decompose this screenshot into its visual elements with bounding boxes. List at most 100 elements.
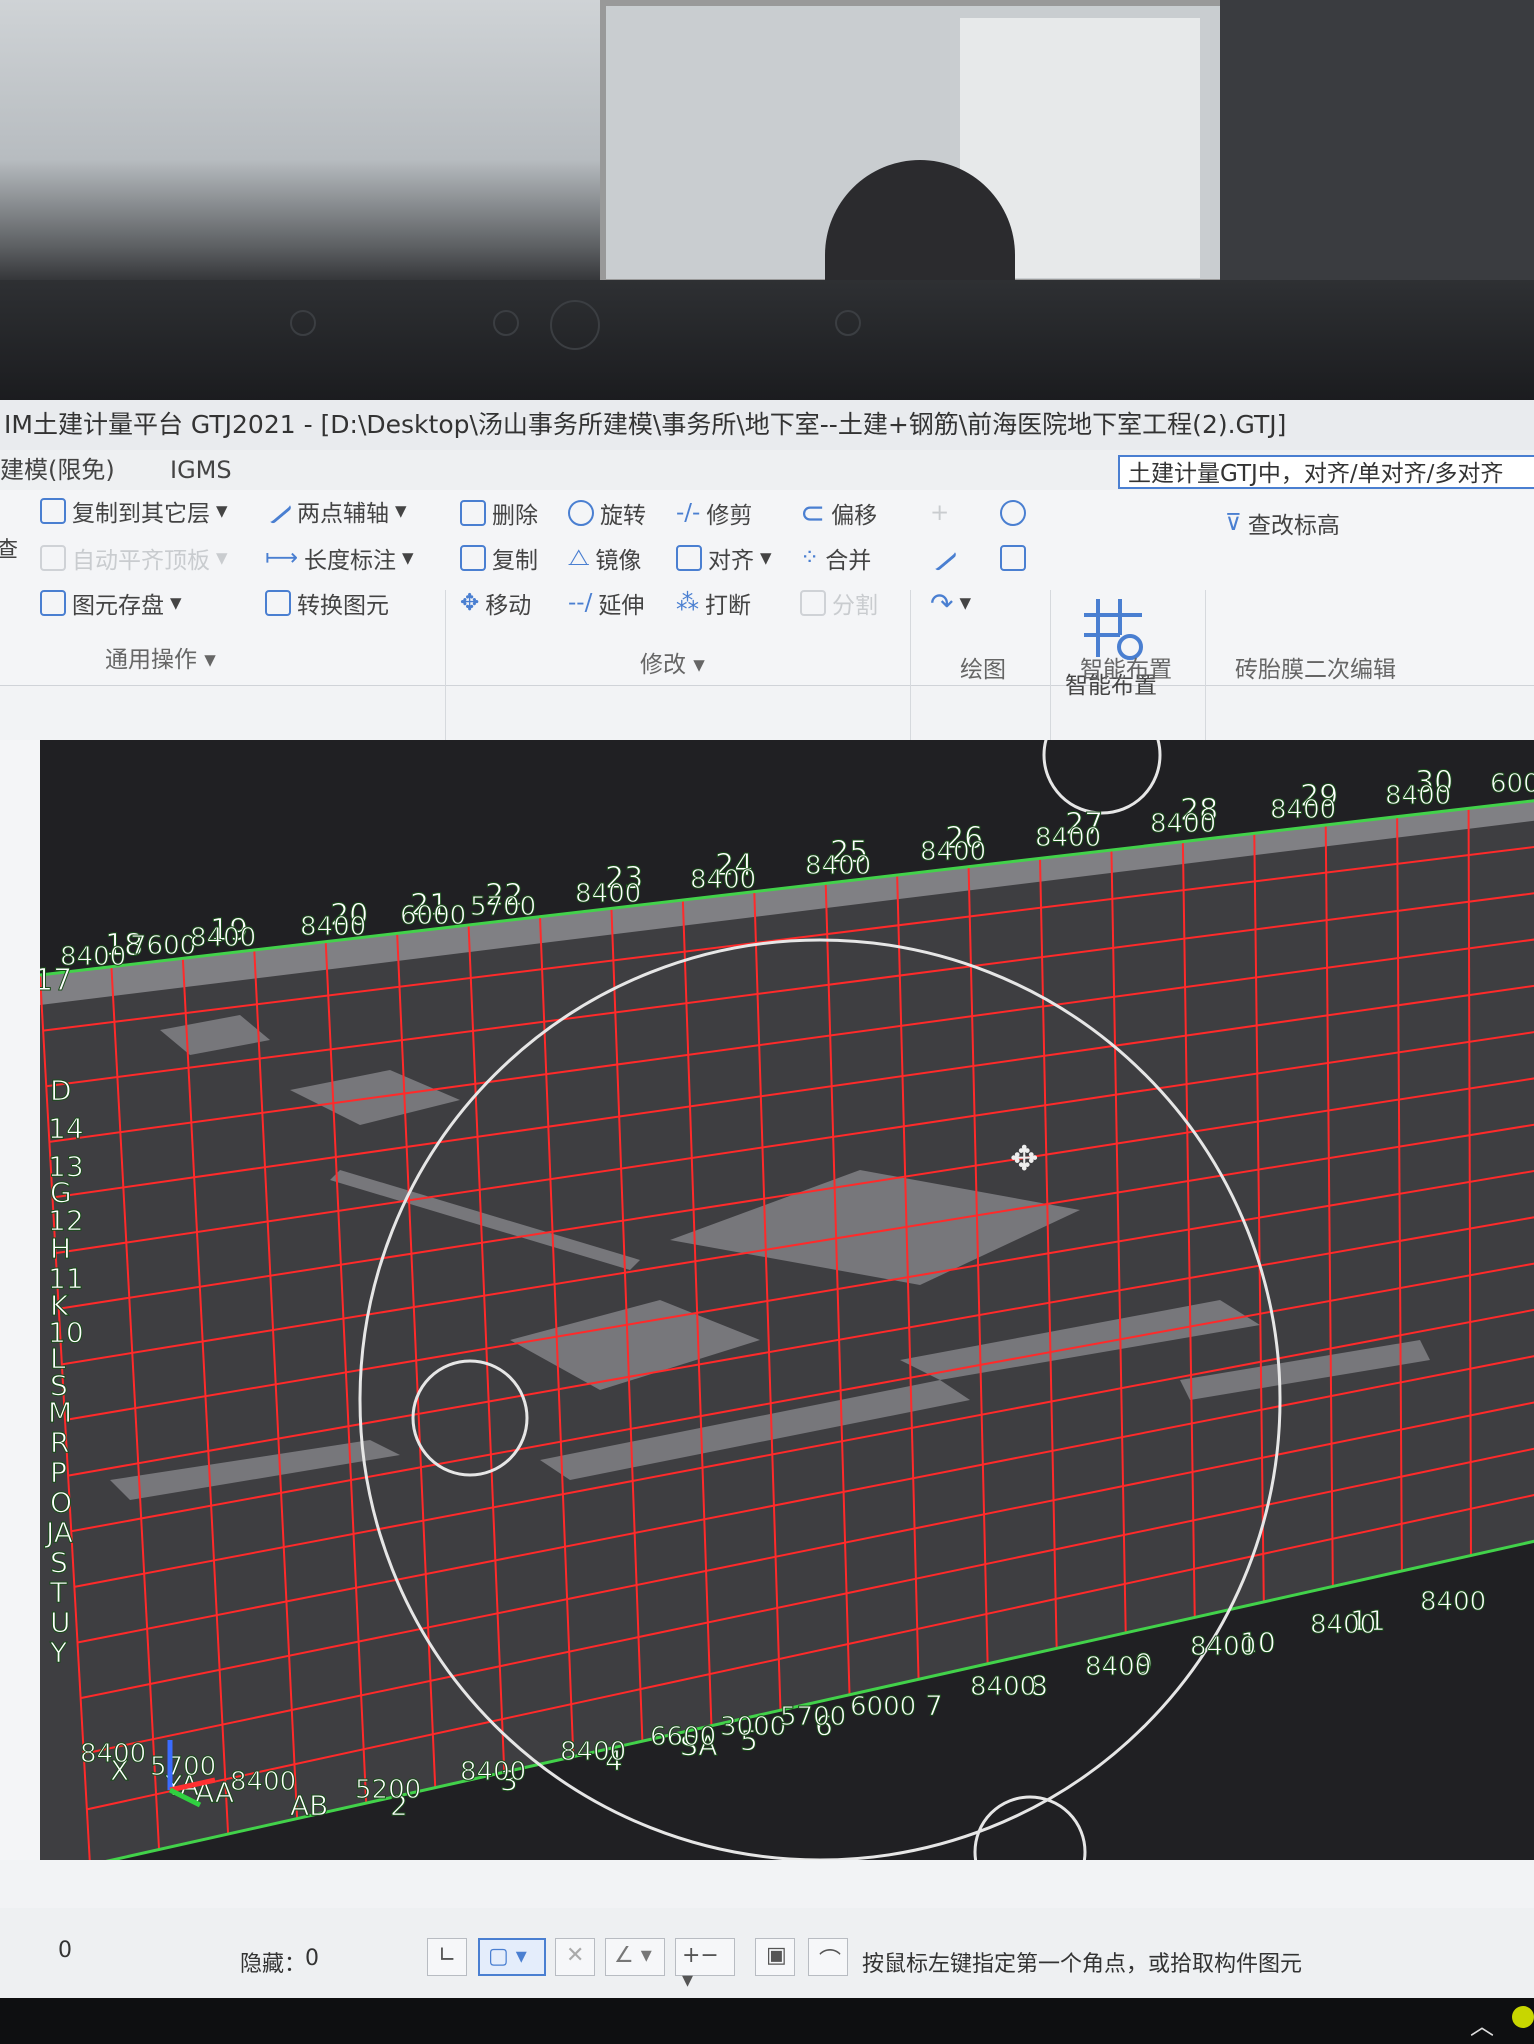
axis-letter: M bbox=[48, 1396, 72, 1429]
circle-tool-button[interactable] bbox=[1000, 495, 1026, 531]
two-point-axis-button[interactable]: 两点辅轴 ▾ bbox=[263, 493, 407, 529]
axis-letter: O bbox=[50, 1486, 72, 1519]
dropdown-arrow-icon: ▾ bbox=[170, 590, 182, 616]
ortho-icon: ∟ bbox=[438, 1943, 457, 1968]
axis-spacing: 8400 bbox=[60, 942, 126, 972]
dropdown-arrow-icon: ▾ bbox=[401, 545, 414, 571]
axis-spacing: 8400 bbox=[575, 879, 641, 909]
rotate-icon bbox=[568, 500, 594, 526]
group-label-general[interactable]: 通用操作 ▾ bbox=[105, 640, 216, 674]
dropdown-arrow-icon: ▾ bbox=[216, 498, 228, 524]
trim-button[interactable]: -/- 修剪 bbox=[676, 495, 752, 531]
ortho-toggle[interactable]: ∟ bbox=[427, 1938, 467, 1976]
arc-snap-toggle[interactable]: ⌒ bbox=[808, 1938, 848, 1976]
help-search-input[interactable]: 土建计量GTJ中，对齐/单对齐/多对齐 bbox=[1118, 455, 1534, 489]
axis-spacing: 5700 bbox=[150, 1752, 216, 1782]
bezel-sensor bbox=[493, 310, 519, 336]
status-hint: 按鼠标左键指定第一个角点，或拾取构件图元 bbox=[862, 1952, 1303, 1977]
circle-icon bbox=[1000, 500, 1026, 526]
left-side-panel[interactable] bbox=[0, 740, 41, 1860]
axis-spacing: 5700 bbox=[470, 892, 536, 922]
bezel-sensor bbox=[290, 310, 316, 336]
dropdown-arrow-icon: ▾ bbox=[959, 590, 972, 616]
split-button[interactable]: 分割 bbox=[800, 585, 878, 621]
rectangle-icon bbox=[1000, 545, 1026, 571]
axis-spacing: 8400 bbox=[1420, 1587, 1486, 1617]
point-tool-button[interactable]: + bbox=[930, 495, 949, 531]
axis-letter: S bbox=[50, 1546, 68, 1579]
delete-button[interactable]: 删除 bbox=[460, 495, 538, 531]
axis-letter: T bbox=[49, 1576, 68, 1609]
rectangle-tool-button[interactable] bbox=[1000, 540, 1026, 576]
move-button[interactable]: ✥ 移动 bbox=[460, 585, 531, 621]
angle-icon: ∠ ▾ bbox=[614, 1943, 652, 1968]
rotate-button[interactable]: 旋转 bbox=[568, 495, 646, 531]
extend-button[interactable]: --/延伸 bbox=[568, 585, 644, 621]
axis-spacing: 8400 bbox=[690, 865, 756, 895]
axis-letter: U bbox=[50, 1606, 71, 1639]
merge-icon: ⁘ bbox=[800, 545, 820, 571]
elevation-icon: ⊽ bbox=[1225, 510, 1242, 536]
axis-spacing: 8400 bbox=[1310, 1610, 1376, 1640]
copy-layer-icon bbox=[40, 498, 66, 524]
offset-snap-icon: +− ▾ bbox=[682, 1943, 719, 1993]
length-dimension-button[interactable]: ⟼ 长度标注 ▾ bbox=[265, 540, 414, 576]
cut-off-label: 查 bbox=[0, 538, 19, 563]
group-label-modify[interactable]: 修改 ▾ bbox=[640, 645, 705, 679]
axis-letter: JA bbox=[44, 1516, 73, 1549]
convert-element-button[interactable]: 转换图元 bbox=[265, 585, 389, 621]
dropdown-arrow-icon: ▾ bbox=[395, 498, 407, 524]
copy-button[interactable]: 复制 bbox=[460, 540, 538, 576]
menu-tab-modeling[interactable]: 建模(限免) bbox=[0, 450, 115, 490]
axis-spacing: 8400 bbox=[460, 1757, 526, 1787]
display-toggle[interactable]: ▣ bbox=[755, 1938, 795, 1976]
axis-spacing: 8400 bbox=[1270, 795, 1336, 825]
window-title: IM土建计量平台 GTJ2021 - [D:\Desktop\汤山事务所建模\事… bbox=[0, 400, 1534, 450]
axis-spacing: 8400 bbox=[1150, 809, 1216, 839]
merge-button[interactable]: ⁘ 合并 bbox=[800, 540, 871, 576]
save-element-icon bbox=[40, 590, 66, 616]
line-icon bbox=[928, 544, 958, 572]
cancel-snap-button[interactable]: ✕ bbox=[555, 1938, 595, 1976]
break-button[interactable]: ⁂ 打断 bbox=[676, 585, 751, 621]
axis-spacing: 8400 bbox=[805, 851, 871, 881]
display-icon: ▣ bbox=[766, 1943, 787, 1968]
axis-letter: 14 bbox=[48, 1112, 84, 1145]
menu-tab-igms[interactable]: IGMS bbox=[170, 450, 232, 490]
mirror-icon: ⧍ bbox=[568, 545, 590, 571]
group-label-brick: 砖胎膜二次编辑 bbox=[1235, 657, 1396, 683]
align-button[interactable]: 对齐 ▾ bbox=[676, 540, 772, 576]
select-mode-dropdown[interactable]: ▢ ▾ bbox=[478, 1938, 546, 1976]
align-icon bbox=[676, 545, 702, 571]
edit-elevation-button[interactable]: ⊽ 查改标高 bbox=[1225, 505, 1340, 541]
dropdown-arrow-icon: ▾ bbox=[216, 545, 228, 571]
auto-align-slab-button[interactable]: 自动平齐顶板 ▾ bbox=[40, 540, 228, 576]
axis-letter: R bbox=[50, 1426, 69, 1459]
angle-dropdown[interactable]: ∠ ▾ bbox=[605, 1938, 665, 1976]
line-tool-button[interactable] bbox=[928, 540, 958, 576]
hidden-count-label: 隐藏： bbox=[240, 1952, 307, 1977]
copy-to-layer-button[interactable]: 复制到其它层 ▾ bbox=[40, 493, 228, 529]
copy-icon bbox=[460, 545, 486, 571]
axis-spacing: 8400 bbox=[80, 1739, 146, 1769]
element-save-button[interactable]: 图元存盘 ▾ bbox=[40, 585, 182, 621]
offset-icon: ⊂ bbox=[800, 495, 826, 531]
status-tray-icon[interactable] bbox=[1512, 2006, 1534, 2028]
hidden-count-value: 0 bbox=[305, 1946, 319, 1971]
mirror-button[interactable]: ⧍ 镜像 bbox=[568, 540, 641, 576]
split-icon bbox=[800, 590, 826, 616]
3d-viewport[interactable]: ✥ 17 18 19 20 21 22 23 24 25 26 27 28 29… bbox=[40, 740, 1534, 1860]
offset-dropdown[interactable]: +− ▾ bbox=[675, 1938, 735, 1993]
offset-button[interactable]: ⊂ 偏移 bbox=[800, 495, 877, 531]
axis-spacing: 5200 bbox=[355, 1775, 421, 1805]
select-rect-icon: ▢ ▾ bbox=[488, 1944, 527, 1969]
axis-spacing: 6600 bbox=[650, 1722, 716, 1752]
axis-spacing: 6000 bbox=[1490, 769, 1534, 799]
axis-spacing: 8400 bbox=[560, 1737, 626, 1767]
bezel-sensor bbox=[835, 310, 861, 336]
arc-tool-button[interactable]: ↷ ▾ bbox=[930, 585, 971, 621]
axis-spacing: 8400 bbox=[190, 923, 256, 953]
chevron-up-icon[interactable]: ︿ bbox=[1470, 2006, 1494, 2041]
axis-spacing: 7600 bbox=[130, 931, 196, 961]
move-icon: ✥ bbox=[460, 590, 480, 616]
